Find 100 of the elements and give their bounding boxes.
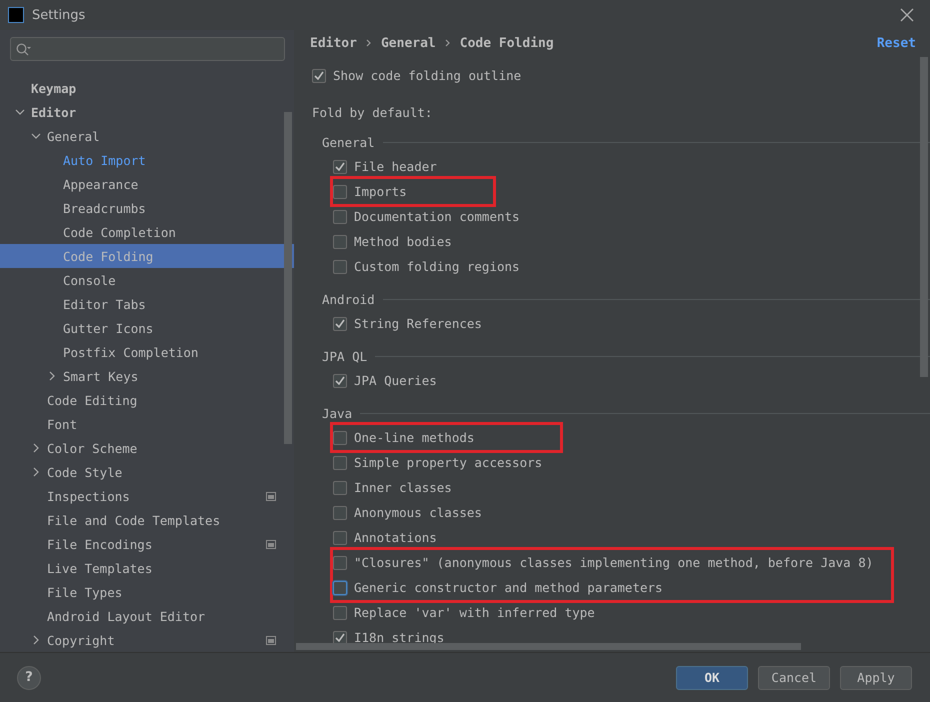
tree-item[interactable]: Code Editing — [0, 388, 294, 412]
scrollbar[interactable] — [296, 643, 801, 650]
search-field[interactable] — [10, 37, 285, 61]
project-scope-icon — [266, 540, 276, 548]
tree-item[interactable]: File Encodings — [0, 532, 294, 556]
section-title: JPA QL — [322, 348, 368, 364]
tree-item[interactable]: Keymap — [0, 76, 294, 100]
section-title: General — [322, 134, 375, 150]
option-label: "Closures" (anonymous classes implementing one method, before Java 8) — [354, 555, 874, 570]
app-icon — [8, 7, 24, 23]
tree-item-label: File Types — [47, 584, 124, 600]
checkbox[interactable] — [333, 184, 347, 198]
tree-item-label: File and Code Templates — [47, 512, 222, 528]
checkbox[interactable] — [333, 506, 347, 520]
checkbox[interactable] — [312, 68, 326, 82]
checkbox[interactable] — [333, 556, 347, 570]
tree-item-label: Font — [47, 416, 78, 432]
project-scope-icon — [266, 636, 276, 644]
tree-item-label: File Encodings — [47, 536, 154, 552]
tree-item[interactable]: Editor — [0, 100, 294, 124]
tree-item-label: Console — [63, 272, 117, 288]
tree-item-label: Smart Keys — [63, 368, 140, 384]
tree-item[interactable]: Smart Keys — [0, 364, 294, 388]
chevron-right-icon[interactable] — [31, 467, 41, 477]
tree-item[interactable]: Live Templates — [0, 556, 294, 580]
tree-item[interactable]: Font — [0, 412, 294, 436]
option-label: Method bodies — [354, 234, 452, 249]
checkbox[interactable] — [333, 630, 347, 644]
fold-by-default-label: Fold by default: — [312, 105, 434, 122]
breadcrumb-item: General — [380, 36, 436, 50]
checkbox[interactable] — [333, 530, 347, 544]
option-label: Generic constructor and method parameters — [354, 580, 663, 595]
tree-item[interactable]: Color Scheme — [0, 436, 294, 460]
option-label: Inner classes — [354, 480, 452, 495]
tree-item[interactable]: Console — [0, 268, 294, 292]
tree-item[interactable]: Postfix Completion — [0, 340, 294, 364]
section-title: Android — [322, 292, 375, 306]
tree-item-label: Postfix Completion — [63, 344, 200, 360]
dialog-button[interactable]: Cancel — [758, 666, 830, 690]
tree-item-label: Editor — [31, 104, 78, 120]
option-label: Imports — [354, 184, 407, 199]
section-title: Java — [322, 406, 352, 420]
checkbox[interactable] — [333, 260, 347, 274]
dialog-button[interactable]: Apply — [840, 666, 912, 690]
checkbox[interactable] — [333, 456, 347, 470]
chevron-down-icon[interactable] — [31, 131, 41, 141]
scrollbar[interactable] — [920, 57, 928, 377]
tree-item-label: Keymap — [31, 80, 78, 96]
dialog-button[interactable]: OK — [676, 666, 748, 690]
checkbox[interactable] — [333, 316, 347, 330]
checkbox[interactable] — [333, 160, 347, 174]
option-label: Show code folding outline — [333, 68, 522, 83]
help-button[interactable]: ? — [17, 666, 41, 690]
search-icon — [16, 42, 31, 56]
tree-item-label: Code Style — [47, 464, 124, 480]
reset-link[interactable]: Reset — [876, 36, 916, 50]
window-title: Settings — [32, 8, 86, 22]
checkbox[interactable] — [333, 480, 347, 494]
tree-item[interactable]: Auto Import — [0, 148, 294, 172]
tree-item[interactable]: Breadcrumbs — [0, 196, 294, 220]
checkbox[interactable] — [333, 430, 347, 444]
checkbox[interactable] — [333, 210, 347, 224]
option-label: Anonymous classes — [354, 505, 482, 520]
project-scope-icon — [266, 492, 276, 500]
tree-item-label: Editor Tabs — [63, 296, 147, 312]
option-label: Annotations — [354, 530, 437, 545]
option-label: Simple property accessors — [354, 455, 542, 470]
checkbox[interactable] — [333, 234, 347, 248]
chevron-down-icon[interactable] — [15, 107, 25, 117]
tree-item-label: Inspections — [47, 488, 131, 504]
tree-item[interactable]: Inspections — [0, 484, 294, 508]
tree-item-label: Code Folding — [63, 248, 154, 264]
tree-item[interactable]: File Types — [0, 580, 294, 604]
scrollbar[interactable] — [284, 112, 292, 444]
tree-item[interactable]: Gutter Icons — [0, 316, 294, 340]
option-label: Replace 'var' with inferred type — [354, 605, 595, 620]
tree-item-label: Live Templates — [47, 560, 154, 576]
option-label: Documentation comments — [354, 209, 520, 224]
chevron-right-icon[interactable] — [31, 635, 41, 645]
tree-item-label: Gutter Icons — [63, 320, 154, 336]
breadcrumb-item: Editor — [310, 36, 357, 50]
tree-item-label: Code Editing — [47, 392, 138, 408]
tree-item[interactable]: Code Completion — [0, 220, 294, 244]
tree-item[interactable]: Editor Tabs — [0, 292, 294, 316]
close-icon[interactable] — [900, 8, 914, 22]
chevron-right-icon — [444, 39, 451, 47]
checkbox[interactable] — [333, 580, 347, 594]
tree-item[interactable]: File and Code Templates — [0, 508, 294, 532]
tree-item-label: Color Scheme — [47, 440, 138, 456]
tree-item[interactable]: Copyright — [0, 628, 294, 652]
tree-item[interactable]: Appearance — [0, 172, 294, 196]
option-label: JPA Queries — [354, 373, 437, 388]
checkbox[interactable] — [333, 374, 347, 388]
tree-item-label: Appearance — [63, 176, 140, 192]
tree-item[interactable]: Android Layout Editor — [0, 604, 294, 628]
tree-item[interactable]: Code Style — [0, 460, 294, 484]
chevron-right-icon[interactable] — [47, 371, 57, 381]
checkbox[interactable] — [333, 606, 347, 620]
tree-item[interactable]: General — [0, 124, 294, 148]
chevron-right-icon[interactable] — [31, 443, 41, 453]
